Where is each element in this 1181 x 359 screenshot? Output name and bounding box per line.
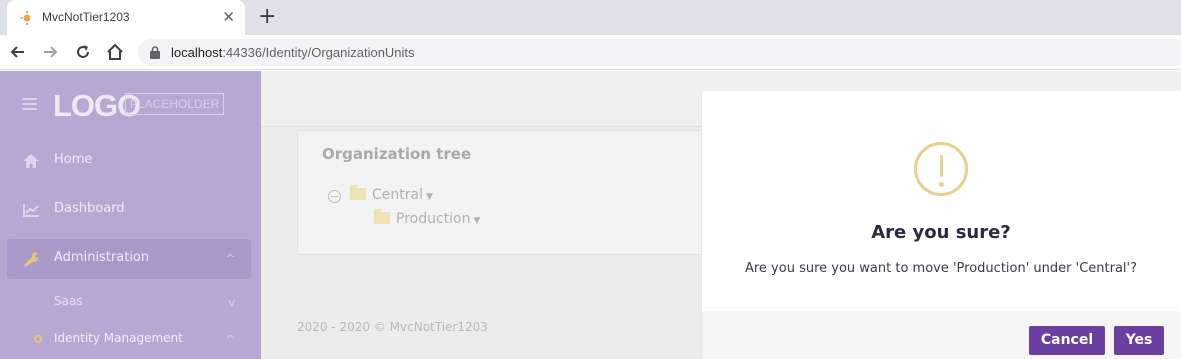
browser-toolbar: localhost:44336/Identity/OrganizationUni… <box>0 35 1181 70</box>
tab-close-icon[interactable]: ✕ <box>222 8 235 26</box>
home-icon[interactable] <box>105 42 125 62</box>
bullet-icon <box>34 335 42 343</box>
sidebar-item-label: Dashboard <box>54 201 125 216</box>
url-path: :44336/Identity/OrganizationUnits <box>222 45 415 60</box>
collapse-icon[interactable] <box>328 190 341 203</box>
confirm-dialog: Are you sure? Are you sure you want to m… <box>701 91 1181 359</box>
new-tab-button[interactable]: + <box>258 4 276 29</box>
url-host: localhost <box>171 45 223 60</box>
yes-button[interactable]: Yes <box>1114 326 1164 355</box>
reload-icon[interactable] <box>73 42 93 62</box>
app-area: LOGO PLACEHOLDER Home Dashboard Administ… <box>0 71 1181 359</box>
wrench-icon <box>24 252 39 267</box>
caret-down-icon[interactable]: ▼ <box>426 192 433 202</box>
address-bar[interactable]: localhost:44336/Identity/OrganizationUni… <box>138 39 1181 66</box>
tree-node-label: Production <box>396 211 471 227</box>
forward-icon[interactable] <box>40 42 60 62</box>
menu-toggle-icon[interactable] <box>22 98 37 113</box>
chevron-up-icon: ^ <box>225 252 235 265</box>
sidebar-item-dashboard[interactable]: Dashboard <box>0 190 261 230</box>
organization-tree-card: Organization tree Central ▼ Production ▼ <box>297 130 737 255</box>
browser-tab-strip: MvcNotTier1203 ✕ + <box>0 0 1181 35</box>
lock-icon <box>150 46 160 59</box>
screen: MvcNotTier1203 ✕ + localhost:44336/Ident… <box>0 0 1181 359</box>
cancel-button[interactable]: Cancel <box>1029 326 1105 355</box>
folder-icon <box>350 185 366 200</box>
back-icon[interactable] <box>8 42 28 62</box>
sidebar-item-saas[interactable]: Saas <box>54 294 83 308</box>
chart-icon <box>23 204 39 217</box>
card-title: Organization tree <box>322 145 472 163</box>
sidebar-item-identity-management[interactable]: Identity Management <box>54 331 183 345</box>
chevron-up-icon: ^ <box>225 333 235 346</box>
footer-text: 2020 - 2020 © MvcNotTier1203 <box>297 320 488 334</box>
dialog-footer: Cancel Yes <box>702 311 1181 359</box>
sidebar-item-home[interactable]: Home <box>0 141 261 181</box>
sidebar-item-label: Home <box>54 152 93 167</box>
home-icon <box>23 154 39 168</box>
favicon-icon <box>20 10 31 26</box>
browser-tab[interactable]: MvcNotTier1203 ✕ <box>7 0 245 35</box>
sidebar-item-label: Administration <box>54 250 150 265</box>
tab-title: MvcNotTier1203 <box>42 10 130 24</box>
dialog-message: Are you sure you want to move 'Productio… <box>744 261 1138 276</box>
caret-down-icon[interactable]: ▼ <box>473 216 480 226</box>
chevron-down-icon: v <box>228 296 235 309</box>
dialog-title: Are you sure? <box>871 222 1011 243</box>
sidebar-item-administration[interactable]: Administration ^ <box>7 239 251 279</box>
logo-placeholder: PLACEHOLDER <box>125 93 225 115</box>
sidebar: LOGO PLACEHOLDER Home Dashboard Administ… <box>0 71 261 359</box>
tree-node-label: Central <box>372 187 423 203</box>
warning-icon <box>914 142 968 196</box>
folder-icon <box>374 209 390 224</box>
url-text: localhost:44336/Identity/OrganizationUni… <box>171 45 415 60</box>
tree-node-central[interactable]: Central ▼ <box>350 185 433 203</box>
tree-node-production[interactable]: Production ▼ <box>374 209 480 227</box>
